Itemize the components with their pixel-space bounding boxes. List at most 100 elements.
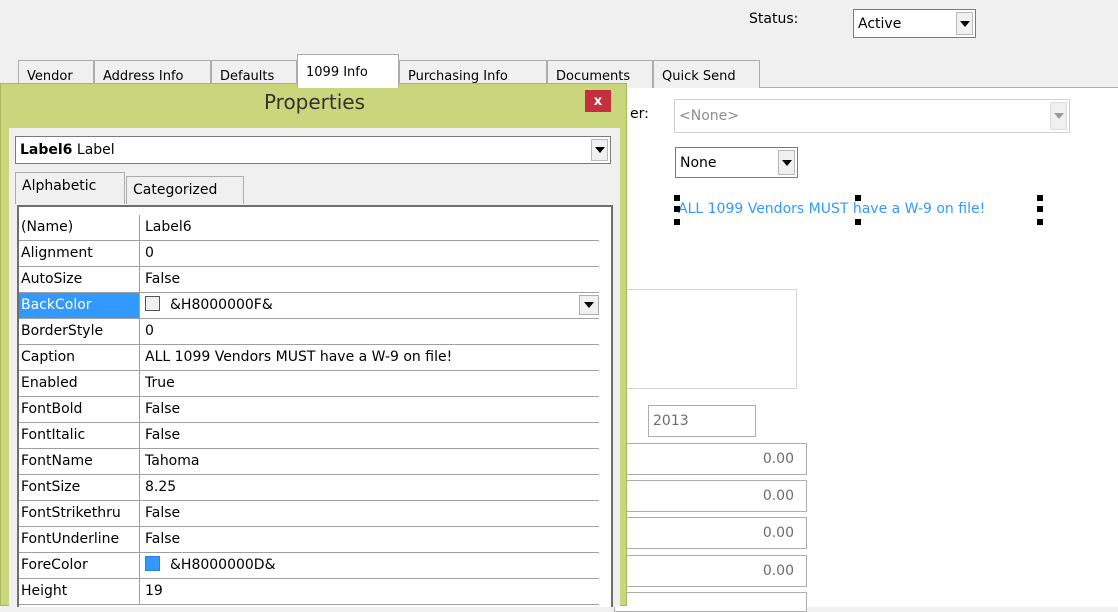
tab-1099-info[interactable]: 1099 Info	[297, 54, 399, 88]
tab-alphabetic[interactable]: Alphabetic	[15, 172, 125, 204]
property-row[interactable]: BorderStyle 0	[19, 319, 599, 345]
property-value[interactable]: Label6	[140, 215, 599, 240]
property-value[interactable]: &H8000000D&	[140, 553, 599, 578]
property-row[interactable]: BackColor &H8000000F&	[19, 293, 599, 319]
type-dropdown: <None>	[674, 99, 1070, 133]
property-row[interactable]: Enabled True	[19, 371, 599, 397]
property-value[interactable]: False	[140, 267, 599, 292]
chevron-down-icon[interactable]	[591, 139, 608, 161]
amount-field[interactable]: 0.00	[614, 517, 807, 549]
tab-label: Documents	[556, 69, 631, 84]
property-name: FontSize	[19, 475, 140, 500]
selection-handle[interactable]	[855, 219, 861, 225]
property-value[interactable]: False	[140, 527, 599, 552]
object-type: Label	[76, 142, 115, 158]
tab-quick-send[interactable]: Quick Send	[653, 60, 760, 88]
property-name: AutoSize	[19, 267, 140, 292]
chevron-down-icon[interactable]	[778, 150, 795, 175]
property-value[interactable]: False	[140, 423, 599, 448]
property-row[interactable]: (Name) Label6	[19, 215, 599, 241]
property-value[interactable]: True	[140, 371, 599, 396]
property-row[interactable]: FontName Tahoma	[19, 449, 599, 475]
status-dropdown[interactable]: Active	[853, 9, 976, 38]
property-row[interactable]: FontBold False	[19, 397, 599, 423]
tab-categorized[interactable]: Categorized	[126, 176, 244, 204]
property-name: Alignment	[19, 241, 140, 266]
property-name: BorderStyle	[19, 319, 140, 344]
property-name: FontName	[19, 449, 140, 474]
color-swatch	[145, 556, 160, 571]
field-label: er:	[630, 106, 649, 122]
chevron-down-icon[interactable]	[579, 295, 599, 315]
property-value[interactable]: &H8000000F&	[140, 293, 599, 318]
property-value[interactable]: Tahoma	[140, 449, 599, 474]
tab-label: Purchasing Info	[408, 69, 508, 84]
property-value[interactable]: ALL 1099 Vendors MUST have a W-9 on file…	[140, 345, 599, 370]
color-swatch	[145, 296, 160, 311]
property-row[interactable]: AutoSize False	[19, 267, 599, 293]
property-value-text: &H8000000F&	[170, 297, 273, 313]
status-label: Status:	[749, 11, 799, 27]
amount-field[interactable]: 0.00	[614, 555, 807, 587]
close-button[interactable]: x	[585, 90, 611, 112]
property-value[interactable]: 0	[140, 319, 599, 344]
selection-handle[interactable]	[674, 206, 680, 212]
tab-label: Alphabetic	[22, 178, 97, 194]
year-value: 2013	[653, 413, 689, 429]
property-row[interactable]: Caption ALL 1099 Vendors MUST have a W-9 …	[19, 345, 599, 371]
property-row[interactable]: FontItalic False	[19, 423, 599, 449]
property-name: FontUnderline	[19, 527, 140, 552]
amount-field[interactable]	[614, 592, 807, 612]
selection-handle[interactable]	[1037, 195, 1043, 201]
property-value[interactable]: 19	[140, 579, 599, 604]
property-name: (Name)	[19, 215, 140, 240]
property-value[interactable]: False	[140, 501, 599, 526]
property-grid: (Name) Label6 Alignment 0 AutoSize False Ba…	[17, 205, 613, 607]
selection-handle[interactable]	[1037, 219, 1043, 225]
status-dropdown-value: Active	[858, 15, 902, 32]
close-icon: x	[593, 93, 603, 109]
selection-handle[interactable]	[674, 195, 680, 201]
selection-handle[interactable]	[1037, 206, 1043, 212]
property-row[interactable]: Alignment 0	[19, 241, 599, 267]
option-dropdown[interactable]: None	[675, 147, 798, 178]
property-row[interactable]: ForeColor &H8000000D&	[19, 553, 599, 579]
tab-label: Categorized	[133, 182, 218, 198]
properties-title: Properties	[263, 90, 366, 114]
property-name: Enabled	[19, 371, 140, 396]
property-row[interactable]: Height 19	[19, 579, 599, 605]
property-row[interactable]: FontUnderline False	[19, 527, 599, 553]
year-field[interactable]: 2013	[648, 405, 756, 437]
properties-client: Label6 Label Alphabetic Categorized (Nam…	[9, 128, 620, 607]
object-name: Label6	[20, 142, 73, 158]
property-row[interactable]: FontStrikethru False	[19, 501, 599, 527]
amount-field[interactable]: 0.00	[614, 443, 807, 475]
properties-window: Properties x Label6 Label Alphabetic Cat…	[0, 83, 627, 607]
w9-warning-label[interactable]: ALL 1099 Vendors MUST have a W-9 on file…	[678, 201, 985, 217]
property-value[interactable]: 0	[140, 241, 599, 266]
property-value[interactable]: False	[140, 397, 599, 422]
amount-value: 0.00	[762, 563, 794, 579]
selection-handle[interactable]	[855, 195, 861, 201]
selection-handle[interactable]	[674, 219, 680, 225]
property-row[interactable]: FontSize 8.25	[19, 475, 599, 501]
property-name: Height	[19, 579, 140, 604]
property-name: ForeColor	[19, 553, 140, 578]
chevron-down-icon[interactable]	[956, 12, 973, 35]
property-name: FontBold	[19, 397, 140, 422]
property-value-text: &H8000000D&	[170, 557, 276, 573]
amount-value: 0.00	[762, 488, 794, 504]
tab-label: Address Info	[103, 69, 184, 84]
option-dropdown-value: None	[680, 154, 717, 171]
type-dropdown-value: <None>	[679, 108, 739, 124]
amount-field[interactable]: 0.00	[614, 480, 807, 512]
tab-label: 1099 Info	[306, 65, 368, 80]
property-value[interactable]: 8.25	[140, 475, 599, 500]
amount-value: 0.00	[762, 525, 794, 541]
property-name: Caption	[19, 345, 140, 370]
chevron-down-icon	[1050, 102, 1067, 130]
tab-label: Quick Send	[662, 69, 736, 84]
object-selector[interactable]: Label6 Label	[15, 136, 611, 164]
property-name: FontStrikethru	[19, 501, 140, 526]
tab-label: Vendor	[27, 69, 73, 84]
